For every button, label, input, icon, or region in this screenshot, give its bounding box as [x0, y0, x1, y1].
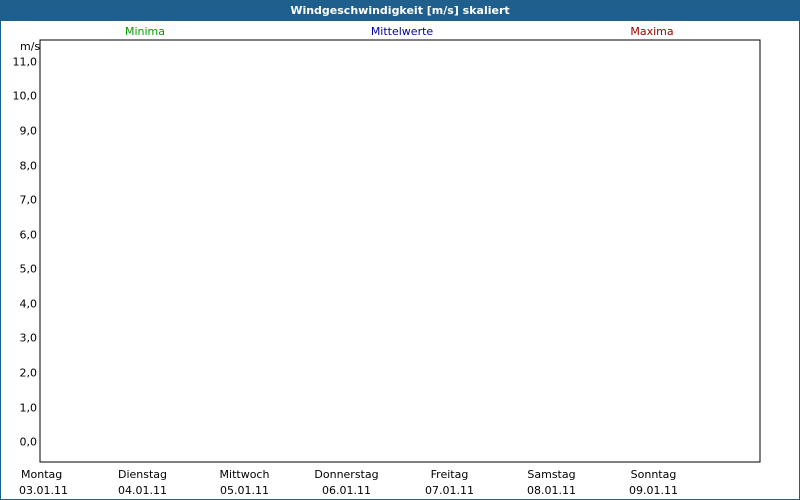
- x-tick-day-label: Donnerstag: [314, 468, 378, 481]
- x-tick-day-label: Montag: [21, 468, 62, 481]
- y-tick-label: 6,0: [20, 229, 38, 242]
- plot-area: [39, 39, 761, 463]
- y-tick-label: 5,0: [20, 263, 38, 276]
- y-tick-label: 10,0: [13, 90, 38, 103]
- x-tick-day-label: Dienstag: [118, 468, 167, 481]
- x-tick-date-label: 09.01.11: [629, 484, 678, 497]
- x-tick-day-label: Samstag: [527, 468, 575, 481]
- x-tick-date-label: 05.01.11: [220, 484, 269, 497]
- y-tick-label: 4,0: [20, 298, 38, 311]
- y-tick-label: 0,0: [20, 436, 38, 449]
- wind-speed-chart: 0,0 1,0 2,0 3,0 4,0 5,0 6,0 7,0 8,0 9,0 10,0 11,0 m/…: [13, 25, 761, 497]
- y-tick-label: 1,0: [20, 402, 38, 415]
- x-tick-day-label: Sonntag: [631, 468, 677, 481]
- x-tick-date-label: 04.01.11: [118, 484, 167, 497]
- x-tick-day-label: Mittwoch: [220, 468, 270, 481]
- x-tick-date-label: 08.01.11: [527, 484, 576, 497]
- y-tick-label: 7,0: [20, 194, 38, 207]
- y-tick-label: 3,0: [20, 332, 38, 345]
- axes-layer: [39, 39, 761, 463]
- y-tick-label: 8,0: [20, 160, 38, 173]
- legend-minima: Minima: [125, 25, 165, 38]
- legend-maxima: Maxima: [630, 25, 673, 38]
- y-tick-label: 9,0: [20, 125, 38, 138]
- x-tick-date-label: 03.01.11: [19, 484, 68, 497]
- x-tick-date-label: 06.01.11: [322, 484, 371, 497]
- legend-mittelwerte: Mittelwerte: [371, 25, 434, 38]
- y-axis-label: m/s: [20, 40, 40, 53]
- y-tick-label: 2,0: [20, 367, 38, 380]
- x-tick-date-label: 07.01.11: [425, 484, 474, 497]
- y-tick-label: 11,0: [13, 56, 38, 69]
- x-tick-day-label: Freitag: [431, 468, 469, 481]
